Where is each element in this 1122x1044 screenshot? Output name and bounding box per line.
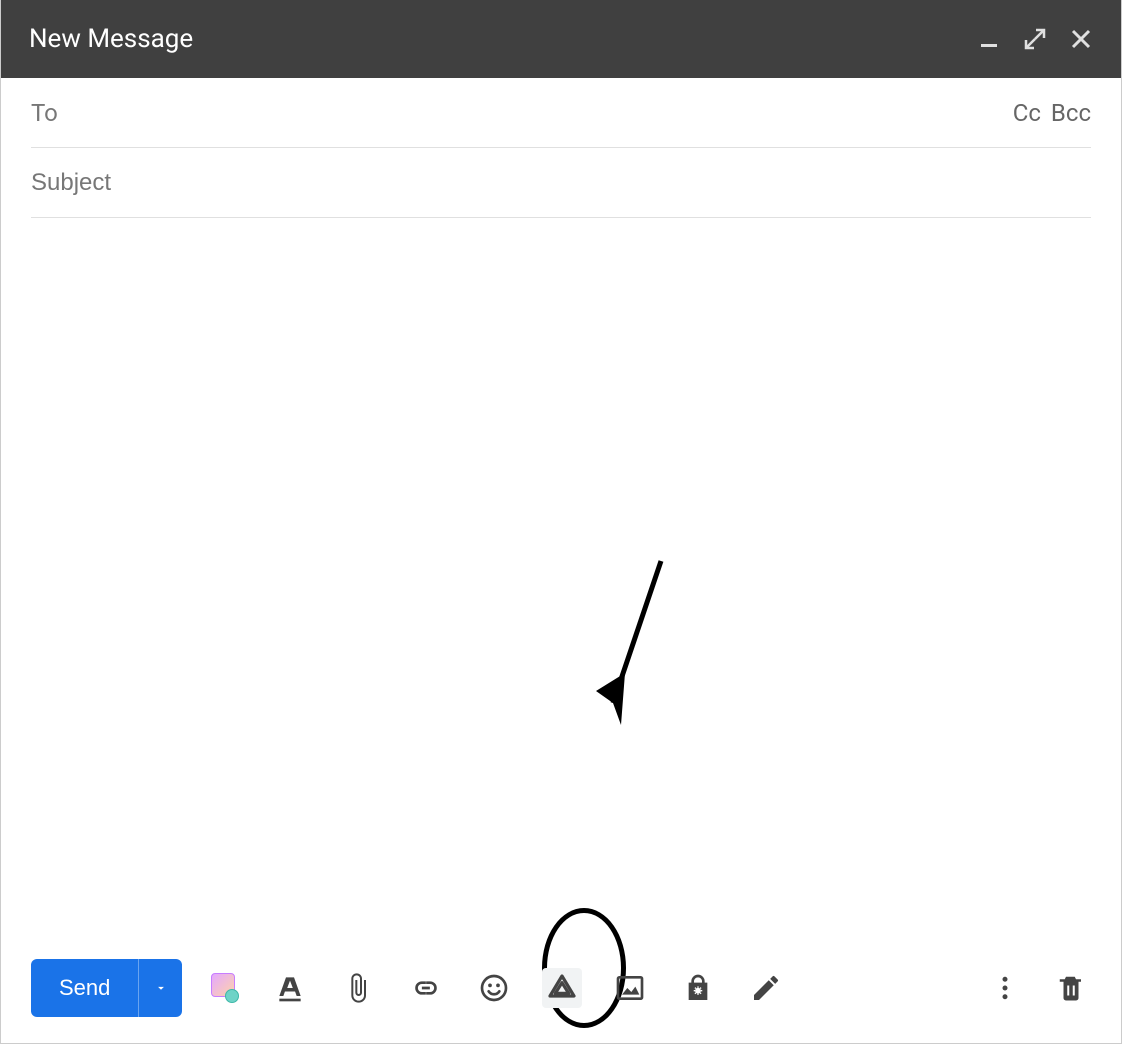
- compose-header: New Message: [1, 0, 1121, 78]
- discard-draft-icon[interactable]: [1051, 968, 1091, 1008]
- send-button-group: Send: [31, 959, 182, 1017]
- subject-input[interactable]: [31, 169, 1091, 197]
- to-field-row: To Cc Bcc: [31, 78, 1091, 148]
- send-options-button[interactable]: [138, 959, 182, 1017]
- cc-bcc-toggle: Cc Bcc: [1013, 99, 1091, 127]
- addons-icon[interactable]: [202, 968, 242, 1008]
- compose-message-window: New Message To Cc Bcc: [0, 0, 1122, 1044]
- confidential-mode-icon[interactable]: [678, 968, 718, 1008]
- toolbar-right: [985, 968, 1091, 1008]
- close-icon[interactable]: [1069, 27, 1093, 51]
- more-options-icon[interactable]: [985, 968, 1025, 1008]
- expand-icon[interactable]: [1023, 27, 1047, 51]
- emoji-icon[interactable]: [474, 968, 514, 1008]
- text-format-icon[interactable]: [270, 968, 310, 1008]
- attach-file-icon[interactable]: [338, 968, 378, 1008]
- formatting-toolbar: [202, 968, 786, 1008]
- bcc-button[interactable]: Bcc: [1051, 99, 1091, 127]
- insert-link-icon[interactable]: [406, 968, 446, 1008]
- message-body-area: [1, 218, 1121, 947]
- window-controls: [977, 27, 1093, 51]
- send-button[interactable]: Send: [31, 959, 138, 1017]
- message-body-input[interactable]: [31, 238, 1091, 927]
- subject-field-row: [31, 148, 1091, 218]
- signature-icon[interactable]: [746, 968, 786, 1008]
- compose-toolbar: Send: [1, 947, 1121, 1043]
- drive-icon[interactable]: [542, 968, 582, 1008]
- to-label: To: [31, 99, 58, 127]
- window-title: New Message: [29, 24, 193, 54]
- insert-photo-icon[interactable]: [610, 968, 650, 1008]
- to-input[interactable]: [70, 99, 1013, 127]
- minimize-icon[interactable]: [977, 27, 1001, 51]
- recipient-fields: To Cc Bcc: [1, 78, 1121, 218]
- cc-button[interactable]: Cc: [1013, 99, 1041, 127]
